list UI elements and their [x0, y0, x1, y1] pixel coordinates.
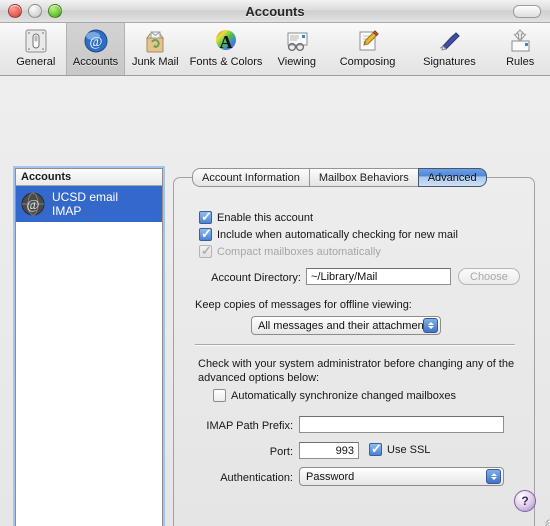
tab-mailbox-behaviors[interactable]: Mailbox Behaviors	[308, 168, 418, 187]
enable-account-label: Enable this account	[217, 211, 314, 224]
admin-warning-text: Check with your system administrator bef…	[198, 358, 515, 384]
general-icon	[23, 26, 49, 55]
include-check-row[interactable]: ✓ Include when automatically checking fo…	[199, 227, 458, 241]
popup-arrows-icon	[423, 318, 438, 333]
account-protocol: IMAP	[52, 204, 82, 218]
use-ssl-row[interactable]: ✓ Use SSL	[369, 442, 431, 456]
use-ssl-checkbox[interactable]: ✓	[369, 442, 382, 456]
toolbar-item-rules-label: Rules	[506, 56, 535, 68]
account-name: UCSD email	[52, 190, 119, 204]
zoom-button[interactable]	[48, 4, 62, 18]
viewing-icon	[284, 26, 310, 55]
toolbar-item-composing-label: Composing	[339, 56, 396, 68]
toolbar-item-viewing[interactable]: Viewing	[267, 23, 327, 75]
account-directory-label: Account Directory:	[211, 272, 301, 284]
compact-mailboxes-row: ✓ Compact mailboxes automatically	[199, 243, 381, 258]
popup-arrows-icon	[486, 469, 501, 484]
authentication-label: Authentication:	[220, 472, 293, 484]
authentication-popup[interactable]: Password	[299, 467, 504, 486]
signatures-icon	[436, 26, 462, 55]
accounts-at-icon: @	[83, 26, 109, 55]
toolbar-item-fonts-colors-label: Fonts & Colors	[189, 56, 263, 68]
accounts-preferences-window: Accounts General @ Accounts Junk Mail A …	[0, 0, 550, 526]
rules-icon	[507, 26, 533, 55]
svg-text:@: @	[27, 198, 40, 213]
account-list-item-ucsd-email[interactable]: @ UCSD email IMAP	[16, 186, 162, 222]
toolbar-item-rules[interactable]: Rules	[490, 23, 550, 75]
account-list-header: Accounts	[16, 169, 162, 186]
resize-grip[interactable]	[535, 513, 550, 526]
preferences-toolbar: General @ Accounts Junk Mail A Fonts & C…	[0, 23, 550, 76]
port-label: Port:	[269, 446, 293, 458]
svg-text:@: @	[89, 35, 102, 50]
toolbar-item-junk-mail[interactable]: Junk Mail	[125, 23, 185, 75]
section-divider	[195, 344, 515, 345]
toolbar-item-general-label: General	[16, 56, 56, 68]
minimize-button[interactable]	[28, 4, 42, 18]
svg-text:A: A	[220, 32, 233, 52]
include-when-checking-label: Include when automatically checking for …	[217, 228, 458, 241]
authentication-value: Password	[306, 470, 355, 483]
offline-copies-label: Keep copies of messages for offline view…	[195, 299, 412, 311]
composing-icon	[355, 26, 381, 55]
auto-sync-row[interactable]: Automatically synchronize changed mailbo…	[213, 389, 456, 402]
advanced-pane: ✓ Enable this account ✓ Include when aut…	[173, 177, 535, 526]
toolbar-toggle-button[interactable]	[513, 5, 541, 18]
compact-mailboxes-checkbox: ✓	[199, 243, 212, 258]
toolbar-item-junk-mail-label: Junk Mail	[132, 56, 179, 68]
include-when-checking-checkbox[interactable]: ✓	[199, 227, 212, 241]
toolbar-item-general[interactable]: General	[6, 23, 66, 75]
compact-mailboxes-label: Compact mailboxes automatically	[217, 245, 381, 258]
tab-account-information[interactable]: Account Information	[192, 168, 309, 187]
tab-advanced[interactable]: Advanced	[417, 168, 487, 187]
toolbar-item-accounts[interactable]: @ Accounts	[65, 23, 126, 75]
port-input[interactable]: 993	[299, 442, 359, 459]
enable-account-checkbox[interactable]: ✓	[199, 210, 212, 224]
enable-account-row[interactable]: ✓ Enable this account	[199, 210, 314, 224]
auto-sync-label: Automatically synchronize changed mailbo…	[231, 389, 457, 402]
window-title: Accounts	[245, 3, 305, 19]
junk-mail-bag-icon	[142, 26, 168, 55]
toolbar-item-signatures[interactable]: Signatures	[408, 23, 490, 75]
preferences-body: Accounts @ UCSD email IMAP + −	[0, 76, 550, 526]
account-list[interactable]: Accounts @ UCSD email IMAP	[13, 166, 165, 526]
imap-path-prefix-input[interactable]	[299, 416, 504, 433]
close-button[interactable]	[8, 4, 22, 18]
account-globe-at-icon: @	[20, 191, 46, 217]
toolbar-item-viewing-label: Viewing	[277, 56, 316, 68]
offline-copies-popup[interactable]: All messages and their attachments	[251, 316, 441, 335]
toolbar-item-signatures-label: Signatures	[423, 56, 476, 68]
toolbar-item-fonts-colors[interactable]: A Fonts & Colors	[185, 23, 267, 75]
toolbar-item-composing[interactable]: Composing	[327, 23, 409, 75]
window-controls	[8, 4, 62, 18]
toolbar-item-accounts-label: Accounts	[72, 56, 119, 68]
tab-bar: Account Information Mailbox Behaviors Ad…	[192, 168, 487, 187]
fonts-colors-icon: A	[213, 26, 239, 55]
auto-sync-checkbox[interactable]	[213, 389, 226, 402]
imap-path-prefix-label: IMAP Path Prefix:	[206, 420, 293, 432]
account-directory-input[interactable]: ~/Library/Mail	[306, 268, 451, 285]
window-titlebar: Accounts	[0, 0, 550, 23]
help-button[interactable]: ?	[514, 490, 536, 512]
choose-directory-button[interactable]: Choose	[458, 268, 520, 285]
offline-copies-value: All messages and their attachments	[258, 319, 433, 332]
use-ssl-label: Use SSL	[387, 443, 431, 456]
